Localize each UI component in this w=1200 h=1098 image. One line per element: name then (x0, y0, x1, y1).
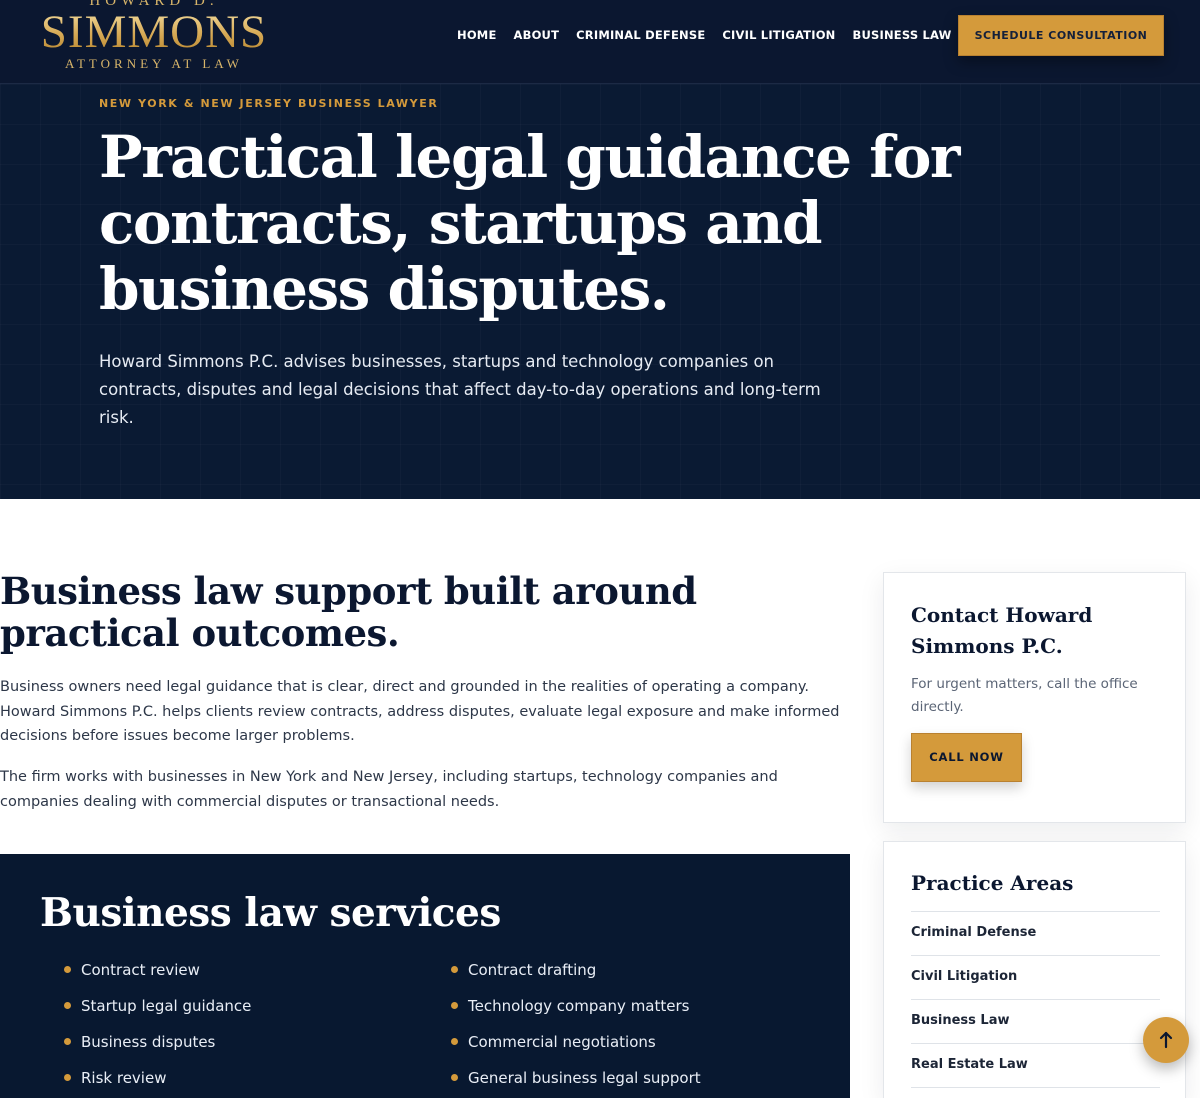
list-item: Contract drafting (451, 960, 701, 996)
schedule-consultation-button[interactable]: SCHEDULE CONSULTATION (958, 15, 1164, 56)
services-list-left: Contract review Startup legal guidance B… (64, 960, 251, 1098)
service-label: Business disputes (81, 1033, 216, 1051)
nav-business-law[interactable]: BUSINESS LAW (853, 28, 952, 42)
practice-link-business-law[interactable]: Business Law (911, 1000, 1160, 1044)
arrow-up-icon (1159, 1031, 1173, 1049)
service-label: Commercial negotiations (468, 1033, 656, 1051)
services-list-right: Contract drafting Technology company mat… (451, 960, 701, 1098)
site-header: HOWARD D. SIMMONS ATTORNEY AT LAW HOME A… (0, 0, 1200, 84)
service-label: Contract drafting (468, 961, 597, 979)
scroll-to-top-button[interactable] (1143, 1017, 1189, 1063)
list-item: General business legal support (451, 1068, 701, 1098)
practice-areas-list: Criminal Defense Civil Litigation Busine… (911, 911, 1160, 1088)
service-label: Technology company matters (468, 997, 690, 1015)
logo[interactable]: HOWARD D. SIMMONS ATTORNEY AT LAW (24, 0, 284, 80)
practice-areas-title: Practice Areas (911, 871, 1074, 895)
section-title: Business law support built around practi… (0, 569, 697, 655)
services-title: Business law services (40, 890, 501, 936)
bullet-icon (64, 1002, 71, 1009)
nav-home[interactable]: HOME (457, 28, 497, 42)
contact-card-title: Contact Howard Simmons P.C. (911, 603, 1093, 658)
main-nav: HOME ABOUT CRIMINAL DEFENSE CIVIL LITIGA… (457, 28, 969, 42)
contact-card-text: For urgent matters, call the office dire… (911, 676, 1138, 715)
list-item: Business disputes (64, 1032, 251, 1068)
practice-areas-card: Practice Areas Criminal Defense Civil Li… (883, 841, 1186, 1098)
nav-about[interactable]: ABOUT (514, 28, 560, 42)
service-label: General business legal support (468, 1069, 701, 1087)
contact-card: Contact Howard Simmons P.C. For urgent m… (883, 572, 1186, 823)
service-label: Contract review (81, 961, 200, 979)
intro-paragraph: Business owners need legal guidance that… (0, 679, 840, 744)
bullet-icon (64, 966, 71, 973)
logo-main-text: SIMMONS (24, 9, 284, 56)
hero-eyebrow: NEW YORK & NEW JERSEY BUSINESS LAWYER (99, 97, 439, 110)
list-item: Contract review (64, 960, 251, 996)
bullet-icon (451, 1074, 458, 1081)
bullet-icon (64, 1074, 71, 1081)
list-item: Risk review (64, 1068, 251, 1098)
nav-criminal-defense[interactable]: CRIMINAL DEFENSE (576, 28, 705, 42)
practice-link-real-estate-law[interactable]: Real Estate Law (911, 1044, 1160, 1088)
hero-title: Practical legal guidance for contracts, … (99, 123, 960, 323)
list-item: Startup legal guidance (64, 996, 251, 1032)
list-item: Technology company matters (451, 996, 701, 1032)
bullet-icon (451, 966, 458, 973)
hero-lede: Howard Simmons P.C. advises businesses, … (99, 352, 821, 427)
hero-section: NEW YORK & NEW JERSEY BUSINESS LAWYER Pr… (0, 84, 1200, 499)
services-panel: Business law services Contract review St… (0, 854, 850, 1098)
nav-civil-litigation[interactable]: CIVIL LITIGATION (722, 28, 835, 42)
bullet-icon (64, 1038, 71, 1045)
practice-link-civil-litigation[interactable]: Civil Litigation (911, 956, 1160, 1000)
call-now-button[interactable]: CALL NOW (911, 733, 1022, 782)
service-label: Startup legal guidance (81, 997, 252, 1015)
practice-link-criminal-defense[interactable]: Criminal Defense (911, 912, 1160, 956)
list-item: Commercial negotiations (451, 1032, 701, 1068)
bullet-icon (451, 1038, 458, 1045)
bullet-icon (451, 1002, 458, 1009)
firm-paragraph: The firm works with businesses in New Yo… (0, 769, 778, 810)
service-label: Risk review (81, 1069, 167, 1087)
